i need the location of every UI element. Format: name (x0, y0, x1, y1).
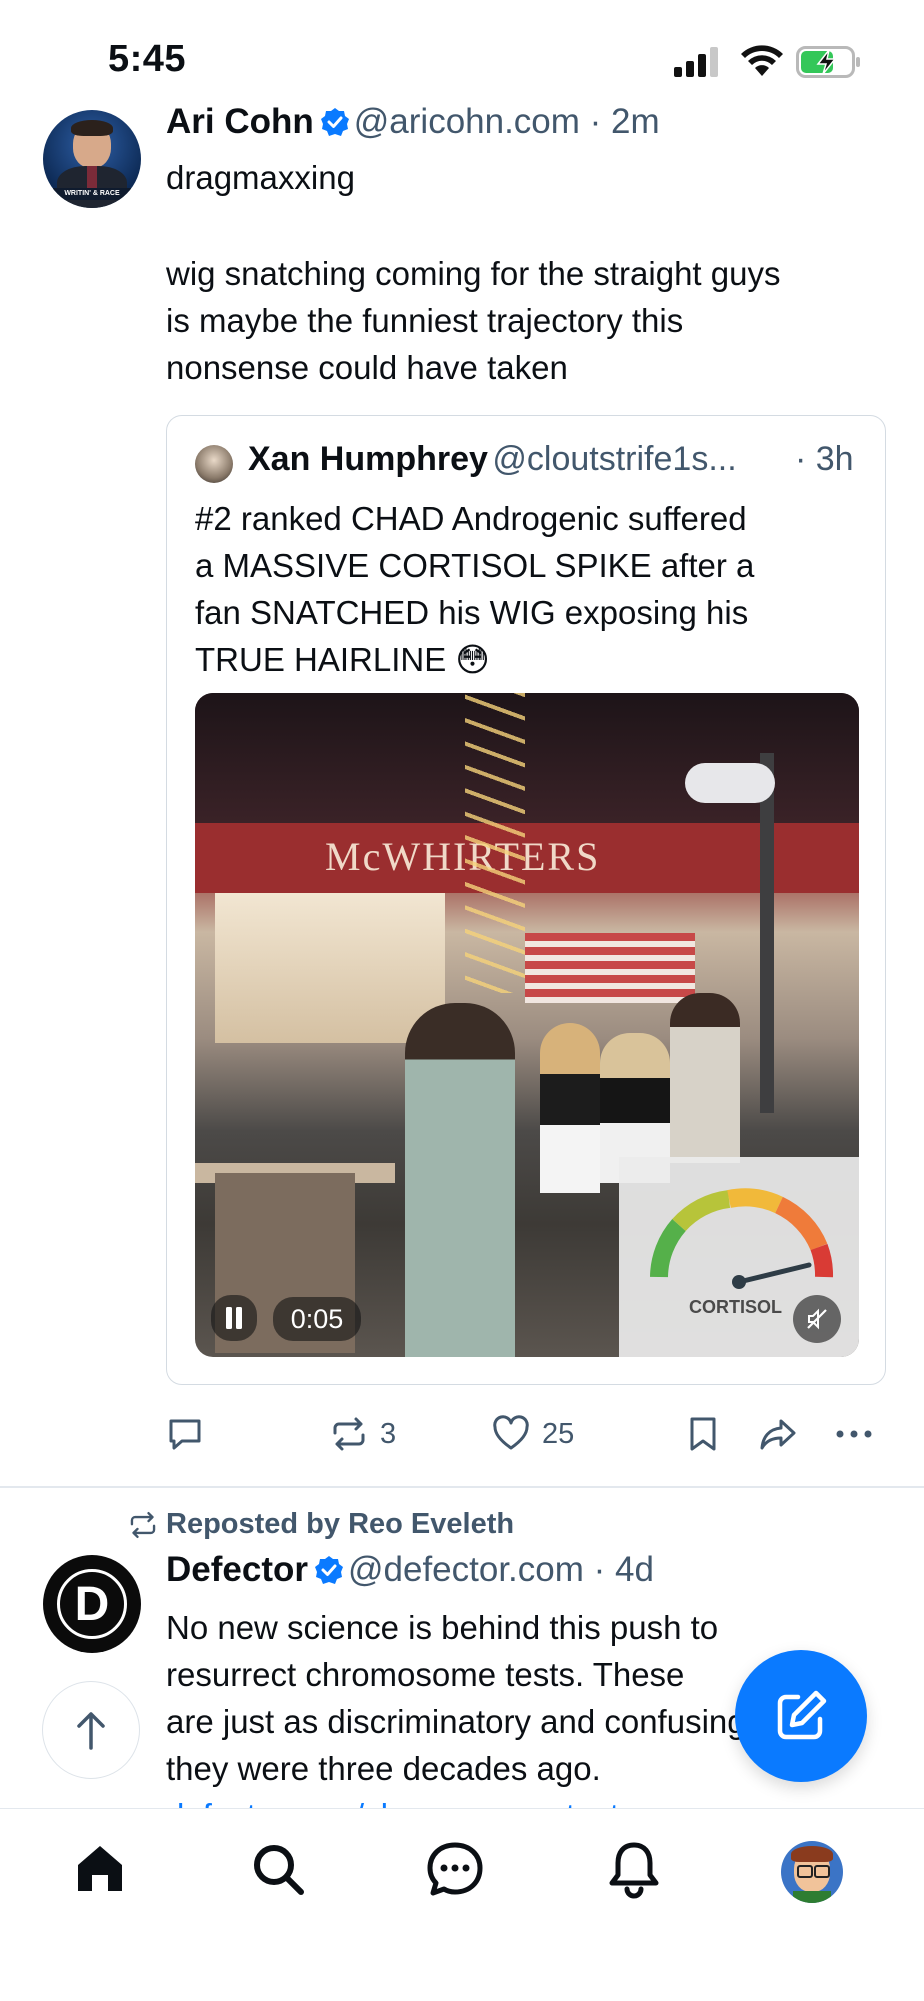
share-button[interactable] (758, 1415, 798, 1453)
repost-count: 3 (380, 1417, 397, 1450)
share-icon (760, 1419, 796, 1450)
reply-button[interactable] (166, 1415, 204, 1453)
avatar[interactable]: WRITIN' & RACE (43, 110, 141, 208)
quote-time: · 3h (795, 440, 854, 478)
quote-author-name[interactable]: Xan Humphrey (248, 440, 488, 478)
repost-indicator[interactable]: Reposted by Reo Eveleth (128, 1508, 514, 1541)
more-button[interactable] (834, 1415, 874, 1453)
post-text-line: they were three decades ago. (166, 1750, 601, 1787)
repost-button[interactable]: 3 (330, 1415, 396, 1453)
post-text-line: is maybe the funniest trajectory this (166, 302, 684, 339)
like-count: 25 (542, 1417, 575, 1450)
author-name[interactable]: Defector (166, 1550, 308, 1589)
post-text-first-line: dragmaxxing (166, 159, 355, 196)
video-timestamp: 0:05 (273, 1297, 361, 1341)
post-header: Defector @defector.com · 4d (166, 1550, 654, 1590)
like-icon (493, 1415, 529, 1450)
post-text-line: No new science is behind this push to (166, 1609, 719, 1646)
wifi-icon (741, 45, 783, 76)
home-icon[interactable] (72, 1841, 128, 1897)
quote-avatar[interactable] (195, 445, 233, 483)
bookmark-button[interactable] (686, 1415, 720, 1453)
author-handle-time[interactable]: @defector.com · 4d (348, 1550, 654, 1589)
quote-author-handle[interactable]: @cloutstrife1s... (492, 440, 736, 478)
author-name[interactable]: Ari Cohn (166, 102, 314, 141)
quote-text-line: fan SNATCHED his WIG exposing his (195, 594, 749, 631)
quote-text-line: TRUE HAIRLINE 😳 (195, 641, 490, 678)
compose-icon (777, 1690, 827, 1740)
post-text-line: are just as discriminatory and confusing… (166, 1703, 790, 1740)
mute-button[interactable] (793, 1295, 841, 1343)
repost-icon (333, 1417, 365, 1451)
author-handle-time[interactable]: @aricohn.com · 2m (354, 102, 660, 141)
status-time: 5:45 (108, 38, 187, 80)
video-player[interactable]: McWHIRTERS CORTISOL 0:05 (195, 693, 859, 1357)
quote-text-line: a MASSIVE CORTISOL SPIKE after a (195, 547, 755, 584)
reposted-by-label: Reposted by Reo Eveleth (166, 1508, 515, 1540)
repost-icon (130, 1511, 156, 1538)
reply-icon (169, 1419, 201, 1450)
verified-icon (320, 108, 349, 136)
chat-icon[interactable] (426, 1841, 484, 1897)
post-divider (0, 1486, 924, 1488)
quote-header: Xan Humphrey @cloutstrife1s... (248, 440, 737, 479)
signal-icon (674, 47, 718, 77)
compose-button[interactable] (735, 1650, 867, 1782)
arrow-up-icon (77, 1712, 105, 1750)
mute-icon (807, 1308, 827, 1330)
verified-icon (314, 1556, 343, 1584)
post-text-line: wig snatching coming for the straight gu… (166, 255, 781, 292)
avatar[interactable]: D (43, 1555, 141, 1653)
quote-text-line: #2 ranked CHAD Androgenic suffered (195, 500, 747, 537)
post-text-line: nonsense could have taken (166, 349, 568, 386)
like-button[interactable]: 25 (492, 1415, 574, 1453)
profile-avatar[interactable] (781, 1841, 843, 1903)
scroll-to-top-button[interactable] (42, 1681, 140, 1779)
battery-icon (796, 46, 860, 78)
pause-button[interactable] (211, 1295, 257, 1341)
store-sign-text: McWHIRTERS (325, 834, 601, 879)
post-text-line: resurrect chromosome tests. These (166, 1656, 685, 1693)
more-icon (836, 1430, 872, 1438)
bottom-tab-bar (0, 1808, 924, 2001)
pause-icon (226, 1307, 242, 1329)
bell-icon[interactable] (606, 1839, 662, 1899)
bookmark-icon (690, 1417, 716, 1451)
post-header: Ari Cohn @aricohn.com · 2m (166, 102, 660, 148)
search-icon[interactable] (250, 1841, 306, 1897)
gauge-label: CORTISOL (689, 1297, 782, 1317)
